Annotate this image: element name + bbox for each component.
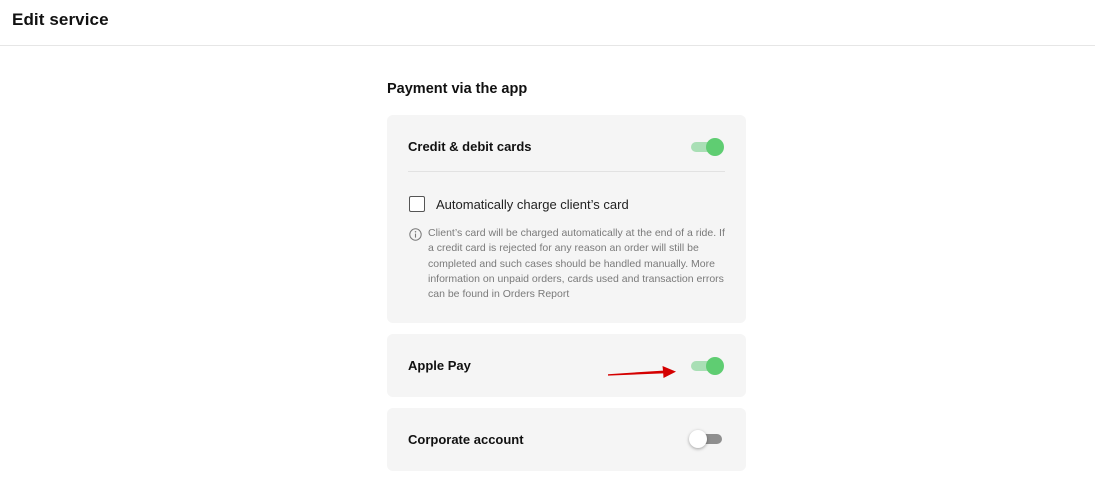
auto-charge-label: Automatically charge client’s card	[436, 197, 629, 212]
toggle-knob	[689, 430, 707, 448]
credit-cards-card: Credit & debit cards Automatically charg…	[387, 115, 746, 323]
credit-cards-label: Credit & debit cards	[408, 139, 532, 154]
toggle-knob	[706, 138, 724, 156]
corporate-account-toggle[interactable]	[689, 429, 723, 449]
info-icon	[409, 228, 422, 241]
corporate-account-label: Corporate account	[408, 432, 524, 447]
red-arrow-icon	[608, 366, 676, 378]
top-bar: Edit service	[0, 0, 1095, 46]
apple-pay-label: Apple Pay	[408, 358, 471, 373]
auto-charge-info-text: Client’s card will be charged automatica…	[428, 227, 725, 301]
apple-pay-card: Apple Pay	[387, 334, 746, 397]
page-title: Edit service	[12, 10, 109, 29]
auto-charge-checkbox[interactable]	[409, 196, 425, 212]
section-title: Payment via the app	[387, 81, 528, 97]
toggle-knob	[706, 357, 724, 375]
apple-pay-toggle[interactable]	[690, 356, 724, 376]
corporate-account-card: Corporate account	[387, 408, 746, 471]
credit-cards-toggle[interactable]	[690, 137, 724, 157]
divider	[408, 171, 725, 172]
